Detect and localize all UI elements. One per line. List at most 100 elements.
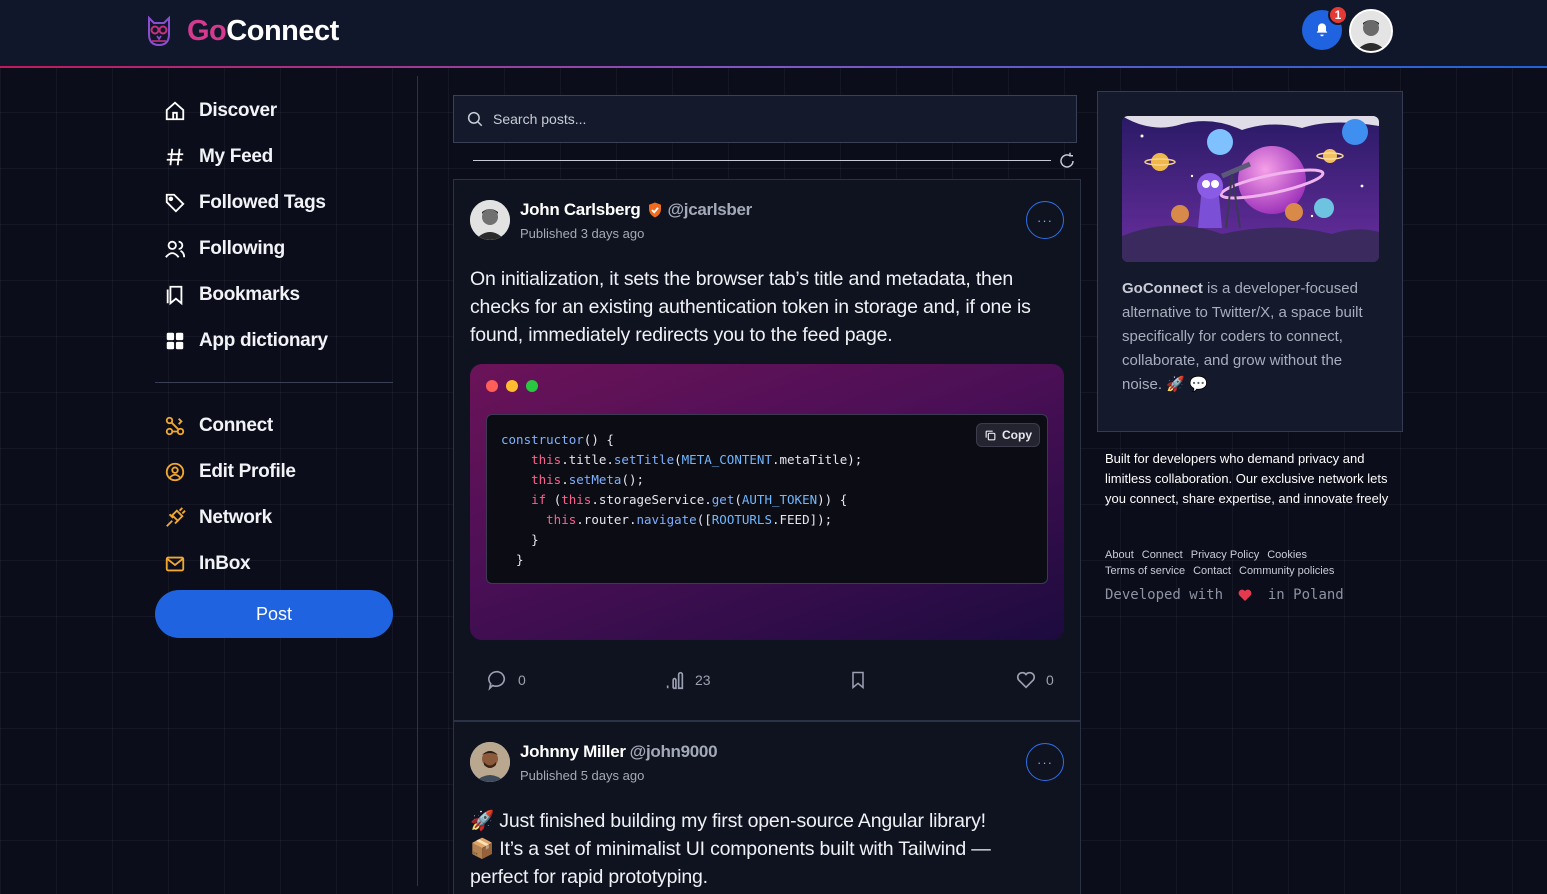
sidebar-item-bookmarks[interactable]: Bookmarks	[164, 280, 300, 310]
more-options-button[interactable]: ···	[1026, 743, 1064, 781]
post-text-line: 🚀 Just finished building my first open-s…	[470, 810, 986, 832]
refresh-icon[interactable]	[1058, 152, 1076, 170]
post-card: Johnny Miller @john9000 Published 5 days…	[453, 721, 1081, 894]
sidebar-item-discover[interactable]: Discover	[164, 96, 277, 126]
search-bar[interactable]	[453, 95, 1077, 143]
sidebar-item-app-dictionary[interactable]: App dictionary	[164, 326, 328, 356]
sidebar-item-label: Following	[199, 238, 285, 259]
sidebar-item-label: App dictionary	[199, 330, 328, 351]
avatar-image-icon	[1351, 11, 1391, 51]
sidebar-item-my-feed[interactable]: My Feed	[164, 142, 273, 172]
views-stat: 23	[664, 669, 711, 691]
author-avatar[interactable]	[470, 200, 510, 240]
sidebar-item-label: Edit Profile	[199, 461, 296, 482]
verified-badge-icon	[648, 202, 661, 218]
window-maximize-dot	[526, 380, 538, 392]
footer-link-about[interactable]: About	[1105, 549, 1134, 561]
grid-icon	[164, 330, 186, 352]
sidebar-item-label: InBox	[199, 553, 251, 574]
heart-icon	[1016, 671, 1036, 689]
author-name[interactable]: John Carlsberg @jcarlsber	[520, 200, 752, 220]
footer-links-row: About Connect Privacy Policy Cookies	[1105, 549, 1307, 561]
sidebar-item-network[interactable]: Network	[164, 503, 272, 533]
author-name[interactable]: Johnny Miller @john9000	[520, 742, 718, 762]
author-handle: @john9000	[629, 742, 718, 761]
sidebar-divider	[155, 382, 393, 383]
home-icon	[164, 100, 186, 122]
post-card: John Carlsberg @jcarlsber Published 3 da…	[453, 179, 1081, 721]
sidebar-item-following[interactable]: Following	[164, 234, 285, 264]
bookmark-button[interactable]	[848, 669, 877, 691]
sidebar-item-edit-profile[interactable]: Edit Profile	[164, 457, 296, 487]
footer-link-connect[interactable]: Connect	[1142, 549, 1183, 561]
sidebar-item-label: My Feed	[199, 146, 273, 167]
sidebar-item-connect[interactable]: Connect	[164, 411, 273, 441]
sidebar-item-label: Discover	[199, 100, 277, 121]
avatar-image-icon	[470, 742, 510, 782]
sidebar-border	[417, 76, 418, 886]
footer-link-privacy-policy[interactable]: Privacy Policy	[1191, 549, 1259, 561]
search-input[interactable]	[493, 111, 1053, 127]
user-avatar[interactable]	[1349, 9, 1393, 53]
bell-icon	[1316, 23, 1328, 37]
views-count: 23	[695, 672, 711, 688]
code-snippet: constructor() { this.title.setTitle(META…	[470, 364, 1064, 640]
post-date: Published 3 days ago	[520, 226, 645, 241]
avatar-image-icon	[470, 200, 510, 240]
connect-icon	[164, 415, 186, 437]
search-icon	[467, 111, 483, 127]
logo[interactable]: GoConnect	[145, 14, 339, 48]
like-count: 0	[1046, 672, 1054, 688]
plug-icon	[164, 507, 186, 529]
users-icon	[164, 238, 186, 260]
footer-links-row: Terms of service Contact Community polic…	[1105, 565, 1334, 577]
post-text: 🚀 Just finished building my first open-s…	[470, 807, 1066, 891]
heart-icon	[1239, 589, 1252, 601]
illustration-icon	[1122, 116, 1379, 262]
header-gradient-line	[0, 66, 1547, 68]
space-owl-illustration	[1122, 116, 1379, 262]
developed-with-note: Developed with in Poland	[1105, 587, 1344, 603]
more-options-button[interactable]: ···	[1026, 201, 1064, 239]
ellipsis-icon: ···	[1037, 754, 1053, 770]
sidebar-item-label: Connect	[199, 415, 273, 436]
bookmark-icon	[164, 284, 186, 306]
window-minimize-dot	[506, 380, 518, 392]
top-header: GoConnect 1	[0, 0, 1547, 68]
hash-icon	[164, 146, 186, 168]
comment-button[interactable]: 0	[487, 669, 526, 691]
owl-logo-icon	[148, 15, 170, 47]
copy-code-button[interactable]: Copy	[976, 423, 1040, 447]
like-button[interactable]: 0	[1015, 669, 1054, 691]
about-text: GoConnect is a developer-focused alterna…	[1122, 280, 1363, 393]
tag-icon	[164, 192, 186, 214]
copy-icon	[985, 430, 996, 440]
footer-link-cookies[interactable]: Cookies	[1267, 549, 1307, 561]
post-button[interactable]: Post	[155, 590, 393, 638]
post-date: Published 5 days ago	[520, 768, 645, 783]
footer-link-contact[interactable]: Contact	[1193, 565, 1231, 577]
footer-link-terms[interactable]: Terms of service	[1105, 565, 1185, 577]
sidebar-item-label: Network	[199, 507, 272, 528]
bar-chart-icon	[666, 671, 684, 690]
logo-text: GoConnect	[187, 14, 339, 47]
sidebar-item-inbox[interactable]: InBox	[164, 549, 251, 579]
sidebar-item-followed-tags[interactable]: Followed Tags	[164, 188, 326, 218]
sidebar-item-label: Followed Tags	[199, 192, 326, 213]
pull-refresh-line	[473, 160, 1051, 161]
author-handle: @jcarlsber	[667, 200, 753, 219]
profile-icon	[164, 461, 186, 483]
window-close-dot	[486, 380, 498, 392]
code-block: constructor() { this.title.setTitle(META…	[486, 414, 1048, 584]
side-description: Built for developers who demand privacy …	[1105, 451, 1389, 506]
comment-icon	[488, 670, 506, 691]
sidebar-item-label: Bookmarks	[199, 284, 300, 305]
notification-badge: 1	[1328, 5, 1348, 25]
post-text-line: perfect for rapid prototyping.	[470, 866, 708, 888]
footer-link-community-policies[interactable]: Community policies	[1239, 565, 1334, 577]
author-avatar[interactable]	[470, 742, 510, 782]
bookmark-icon	[852, 671, 864, 690]
post-text: On initialization, it sets the browser t…	[470, 268, 1031, 346]
ellipsis-icon: ···	[1037, 212, 1053, 228]
comment-count: 0	[518, 672, 526, 688]
